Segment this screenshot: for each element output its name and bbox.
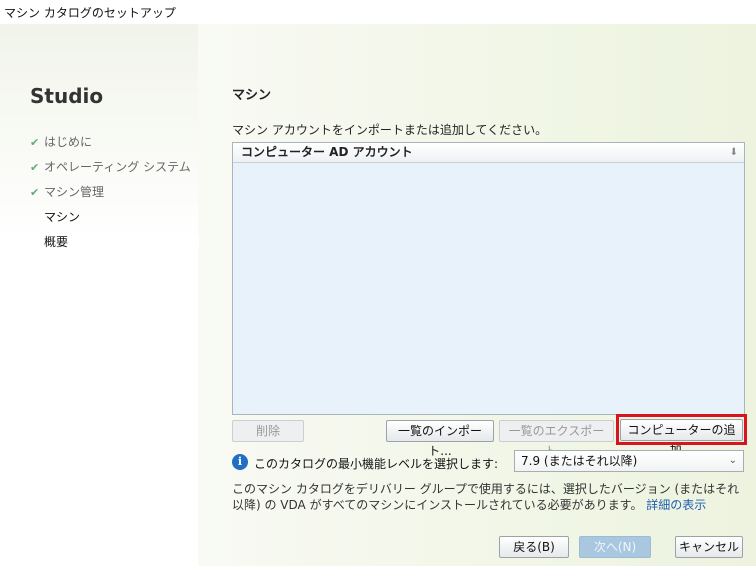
export-list-button[interactable]: 一覧のエクスポート... bbox=[499, 420, 614, 458]
column-header-computer-ad-account[interactable]: コンピューター AD アカウント ⬇ bbox=[233, 143, 744, 163]
add-computer-highlight bbox=[616, 414, 747, 445]
chevron-down-icon: ⌄ bbox=[728, 455, 737, 466]
info-icon: i bbox=[232, 454, 248, 470]
step-operating-system: ✔ オペレーティング システム bbox=[30, 157, 191, 182]
cancel-button[interactable]: キャンセル bbox=[675, 536, 743, 558]
step-label: 概要 bbox=[44, 235, 69, 249]
main-panel: マシン マシン アカウントをインポートまたは追加してください。 コンピューター … bbox=[198, 24, 756, 566]
step-summary: 概要 bbox=[30, 232, 191, 257]
functional-level-select[interactable]: 7.9 (またはそれ以降) ⌄ bbox=[514, 450, 744, 472]
window-title: マシン カタログのセットアップ bbox=[4, 6, 176, 20]
sort-arrow-icon[interactable]: ⬇ bbox=[730, 143, 738, 162]
step-label: マシン bbox=[44, 210, 81, 224]
check-icon: ✔ bbox=[30, 186, 40, 199]
functional-level-value: 7.9 (またはそれ以降) bbox=[521, 454, 638, 468]
step-machine-management: ✔ マシン管理 bbox=[30, 182, 191, 207]
page-title: マシン bbox=[232, 88, 272, 103]
step-machines-current: マシン bbox=[30, 207, 191, 232]
next-button[interactable]: 次へ(N) bbox=[579, 536, 651, 558]
back-button[interactable]: 戻る(B) bbox=[499, 536, 569, 558]
delete-button[interactable]: 削除 bbox=[232, 420, 304, 442]
brand-title: Studio bbox=[30, 84, 104, 108]
check-icon: ✔ bbox=[30, 136, 40, 149]
step-label: オペレーティング システム bbox=[44, 160, 191, 174]
wizard-steps: ✔ はじめに ✔ オペレーティング システム ✔ マシン管理 マシン 概要 bbox=[30, 132, 191, 257]
title-bar: マシン カタログのセットアップ bbox=[0, 0, 756, 24]
check-icon: ✔ bbox=[30, 161, 40, 174]
step-label: はじめに bbox=[44, 135, 93, 149]
step-label: マシン管理 bbox=[44, 185, 105, 199]
sidebar: Studio bbox=[0, 24, 198, 566]
computer-accounts-list[interactable]: コンピューター AD アカウント ⬇ bbox=[232, 142, 745, 415]
learn-more-link[interactable]: 詳細の表示 bbox=[646, 498, 706, 512]
instruction-text: マシン アカウントをインポートまたは追加してください。 bbox=[232, 123, 548, 137]
step-getting-started: ✔ はじめに bbox=[30, 132, 191, 157]
column-header-label: コンピューター AD アカウント bbox=[241, 145, 413, 159]
import-list-button[interactable]: 一覧のインポート... bbox=[386, 420, 494, 458]
functional-level-label: このカタログの最小機能レベルを選択します: bbox=[254, 457, 499, 471]
vda-requirement-note: このマシン カタログをデリバリー グループで使用するには、選択したバージョン (… bbox=[232, 481, 750, 513]
